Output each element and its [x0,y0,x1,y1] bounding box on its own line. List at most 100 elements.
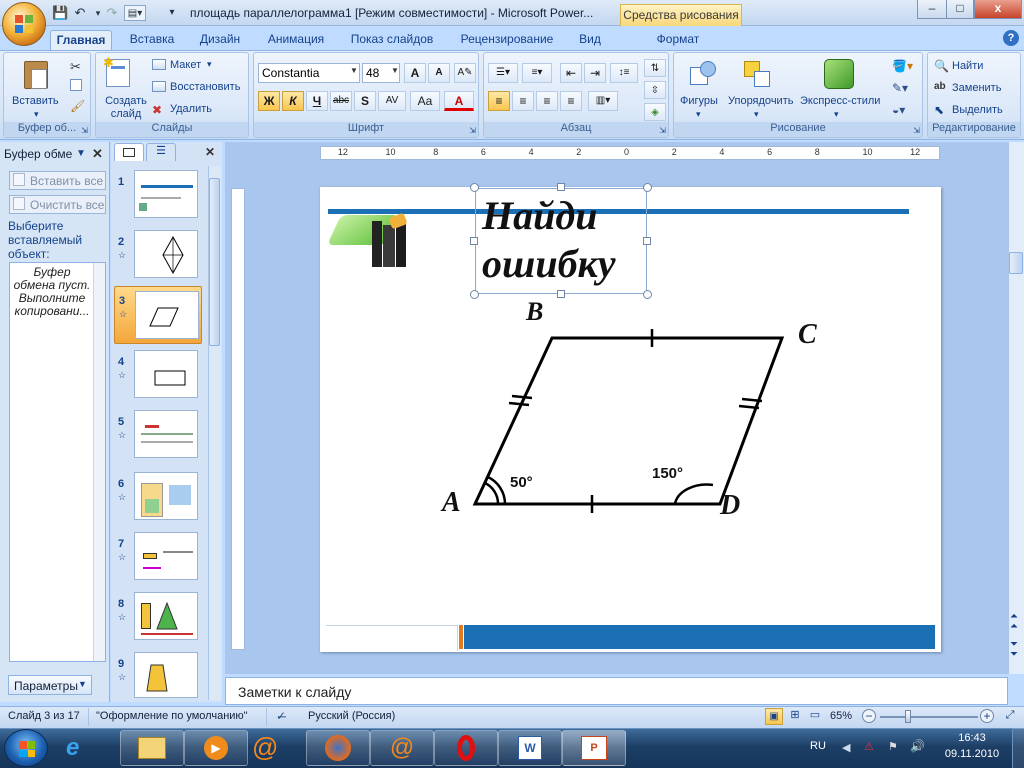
next-slide-icon[interactable]: ⏷ ⏷ [1010,640,1018,660]
save-icon[interactable]: 💾 [52,5,68,21]
shape-effects-icon[interactable]: ◒▾ [892,103,905,117]
align-left-icon[interactable]: ≡ [488,91,510,111]
quick-styles-button[interactable]: Экспресс-стили [800,95,880,107]
spellcheck-icon[interactable]: ✓̶ [276,709,286,723]
network-error-icon[interactable]: ⚠ [864,740,874,753]
show-desktop-button[interactable] [1012,728,1024,768]
text-direction-icon[interactable]: ⇅ [644,59,666,77]
change-case-button[interactable]: Aa [410,91,440,111]
shapes-icon[interactable] [688,59,718,89]
editor-vertical-scrollbar[interactable] [1008,142,1024,674]
shrink-font-button[interactable]: A [428,63,450,83]
char-spacing-button[interactable]: AV [378,91,406,111]
media-player-task[interactable]: ▶ [184,730,248,766]
thumbs-close-icon[interactable]: ✕ [205,145,215,159]
theme-name[interactable]: "Оформление по умолчанию" [96,710,248,722]
layout-dropdown-icon[interactable]: ▾ [207,59,212,70]
thumbnail-slide-7[interactable]: 7 ☆ [114,530,208,584]
parallelogram-figure[interactable] [320,187,941,652]
input-language[interactable]: RU [810,740,826,752]
replace-button[interactable]: Заменить [952,82,1001,94]
clock-date[interactable]: 09.11.2010 [940,748,1004,760]
shape-fill-icon[interactable]: 🪣▾ [892,59,913,73]
zoom-slider-track[interactable] [880,716,978,718]
redo-icon[interactable]: ↷ [104,5,120,21]
mail-agent-icon[interactable]: @ [252,732,278,763]
font-launcher-icon[interactable]: ⇲ [469,126,476,135]
replace-icon[interactable]: ab [934,81,946,92]
close-button[interactable]: x [974,0,1022,19]
quick-styles-icon[interactable] [824,59,854,89]
word-task[interactable]: W [498,730,562,766]
volume-icon[interactable]: 🔊 [910,739,925,753]
zoom-slider-thumb[interactable] [905,710,911,723]
tab-animation[interactable]: Анимация [260,30,332,50]
smartart-icon[interactable]: ◈ [644,103,666,121]
action-center-icon[interactable]: ⚑ [888,740,898,753]
thumbnail-slide-1[interactable]: 1 [114,168,208,222]
tab-view[interactable]: Вид [570,30,610,50]
arrange-dropdown-icon[interactable]: ▾ [754,109,759,120]
underline-button[interactable]: Ч [306,91,328,111]
maximize-button[interactable]: □ [946,0,974,19]
pane-close-icon[interactable]: ✕ [92,146,103,162]
qat-dropdown-icon[interactable]: ▾ [164,5,180,21]
ie-taskbar-icon[interactable]: e [66,734,79,762]
reset-button[interactable]: Восстановить [170,81,240,93]
font-color-button[interactable]: A [444,91,474,111]
decrease-indent-icon[interactable]: ⇤ [560,63,582,83]
paragraph-launcher-icon[interactable]: ⇲ [659,126,666,135]
select-button[interactable]: Выделить [952,104,1003,116]
paste-button[interactable]: Вставить [12,95,59,107]
strikethrough-button[interactable]: abc [330,91,352,111]
layout-button[interactable]: Макет [170,59,201,71]
font-name-combo[interactable]: Constantia [258,63,360,83]
format-painter-icon[interactable]: 🖌 [70,99,85,113]
thumbnail-slide-5[interactable]: 5 ☆ [114,408,208,462]
zoom-out-icon[interactable]: − [862,709,876,723]
quick-styles-dropdown-icon[interactable]: ▾ [834,109,839,120]
numbering-icon[interactable]: ≡▾ [522,63,552,83]
bullets-icon[interactable]: ☰▾ [488,63,518,83]
zoom-in-icon[interactable]: + [980,709,994,723]
clipboard-list-scrollbar[interactable] [93,263,105,661]
fit-to-window-icon[interactable]: ⤢ [1002,708,1018,724]
italic-button[interactable]: К [282,91,304,111]
grow-font-button[interactable]: A [404,63,426,83]
tab-insert[interactable]: Вставка [122,30,182,50]
shape-outline-icon[interactable]: ✎▾ [892,81,908,95]
new-slide-icon[interactable]: ✱ [103,55,130,87]
font-name-dropdown-icon[interactable]: ▼ [350,66,358,75]
align-right-icon[interactable]: ≡ [536,91,558,111]
thumbnail-slide-4[interactable]: 4 ☆ [114,348,208,402]
mail-agent-task[interactable]: @ [370,730,434,766]
bold-button[interactable]: Ж [258,91,280,111]
drawing-launcher-icon[interactable]: ⇲ [913,126,920,135]
start-button[interactable] [4,729,48,767]
shapes-button[interactable]: Фигуры [680,95,718,107]
align-center-icon[interactable]: ≡ [512,91,534,111]
thumbnail-slide-6[interactable]: 6 ☆ [114,470,208,524]
tray-expand-icon[interactable]: ◀ [842,741,850,754]
cut-icon[interactable]: ✂ [70,59,81,75]
arrange-icon[interactable] [742,59,774,89]
normal-view-icon[interactable]: ▣ [765,708,783,725]
copy-icon[interactable] [70,79,82,91]
undo-icon[interactable]: ↶ [72,5,88,21]
minimize-button[interactable]: – [917,0,947,19]
arrange-button[interactable]: Упорядочить [728,95,793,107]
thumbnail-slide-3[interactable]: 3 ☆ [114,286,202,344]
paste-icon[interactable] [22,57,52,91]
zoom-level[interactable]: 65% [830,710,852,722]
paste-dropdown-icon[interactable]: ▾ [34,109,39,120]
tab-format[interactable]: Формат [640,30,716,50]
increase-indent-icon[interactable]: ⇥ [584,63,606,83]
thumbnail-slide-8[interactable]: 8 ☆ [114,590,208,644]
clear-formatting-icon[interactable]: A✎ [454,63,476,83]
font-size-dropdown-icon[interactable]: ▼ [391,66,399,75]
tab-slideshow[interactable]: Показ слайдов [344,30,440,50]
layout-icon[interactable] [152,59,166,71]
columns-icon[interactable]: ▥▾ [588,91,618,111]
reset-icon[interactable] [152,81,166,93]
slide-sorter-icon[interactable]: ⊞ [786,708,804,725]
